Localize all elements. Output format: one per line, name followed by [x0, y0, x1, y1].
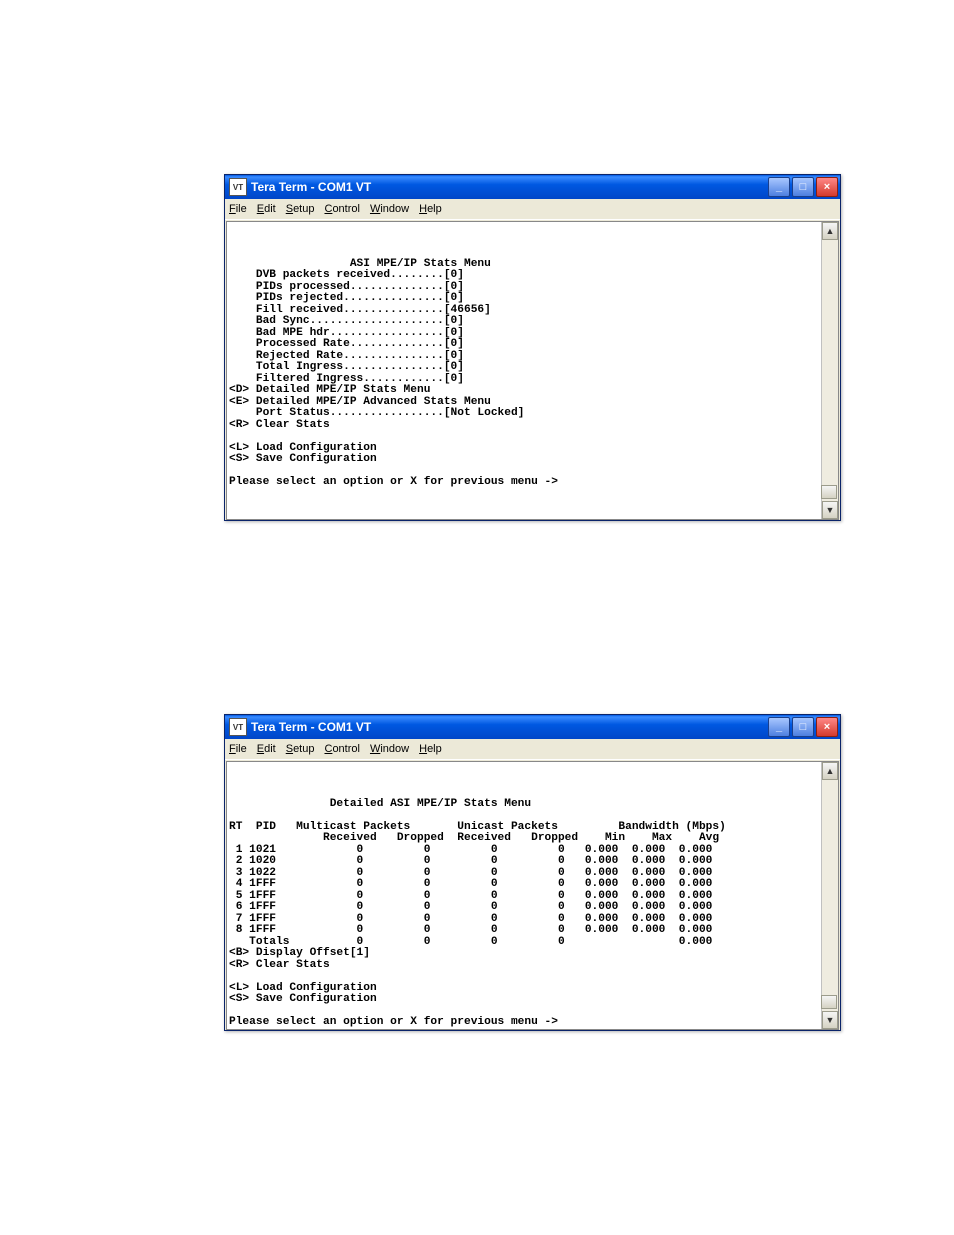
scroll-up-button[interactable]: ▲ — [822, 222, 838, 240]
scroll-thumb[interactable] — [821, 995, 837, 1009]
menu-help[interactable]: Help — [419, 203, 442, 215]
title-bar[interactable]: VT Tera Term - COM1 VT _ □ × — [225, 175, 840, 199]
terminal-window-2: VT Tera Term - COM1 VT _ □ × File Edit Set… — [224, 714, 841, 1031]
menu-file[interactable]: File — [229, 743, 247, 755]
menu-setup[interactable]: Setup — [286, 203, 315, 215]
vertical-scrollbar[interactable]: ▲ ▼ — [821, 762, 838, 1029]
close-button[interactable]: × — [816, 177, 838, 197]
terminal-window-1: VT Tera Term - COM1 VT _ □ × File Edit Set… — [224, 174, 841, 521]
scroll-track[interactable] — [822, 240, 838, 501]
minimize-button[interactable]: _ — [768, 717, 790, 737]
terminal-output[interactable]: Detailed ASI MPE/IP Stats Menu RT PID Mu… — [227, 762, 822, 1029]
maximize-button[interactable]: □ — [792, 717, 814, 737]
scroll-down-button[interactable]: ▼ — [822, 1011, 838, 1029]
client-area: ASI MPE/IP Stats Menu DVB packets receiv… — [226, 221, 839, 520]
menu-setup[interactable]: Setup — [286, 743, 315, 755]
app-icon: VT — [229, 718, 247, 736]
vertical-scrollbar[interactable]: ▲ ▼ — [821, 222, 838, 519]
client-area: Detailed ASI MPE/IP Stats Menu RT PID Mu… — [226, 761, 839, 1030]
menu-edit[interactable]: Edit — [257, 743, 276, 755]
scroll-down-button[interactable]: ▼ — [822, 501, 838, 519]
scroll-up-button[interactable]: ▲ — [822, 762, 838, 780]
menu-window[interactable]: Window — [370, 203, 409, 215]
app-icon: VT — [229, 178, 247, 196]
maximize-button[interactable]: □ — [792, 177, 814, 197]
terminal-output[interactable]: ASI MPE/IP Stats Menu DVB packets receiv… — [227, 222, 822, 519]
window-title: Tera Term - COM1 VT — [251, 720, 371, 734]
menu-edit[interactable]: Edit — [257, 203, 276, 215]
minimize-button[interactable]: _ — [768, 177, 790, 197]
menu-window[interactable]: Window — [370, 743, 409, 755]
menu-control[interactable]: Control — [324, 743, 359, 755]
menu-bar[interactable]: File Edit Setup Control Window Help — [225, 199, 840, 220]
menu-control[interactable]: Control — [324, 203, 359, 215]
scroll-thumb[interactable] — [821, 485, 837, 499]
menu-file[interactable]: File — [229, 203, 247, 215]
menu-bar[interactable]: File Edit Setup Control Window Help — [225, 739, 840, 760]
title-bar[interactable]: VT Tera Term - COM1 VT _ □ × — [225, 715, 840, 739]
menu-help[interactable]: Help — [419, 743, 442, 755]
scroll-track[interactable] — [822, 780, 838, 1011]
window-title: Tera Term - COM1 VT — [251, 180, 371, 194]
close-button[interactable]: × — [816, 717, 838, 737]
